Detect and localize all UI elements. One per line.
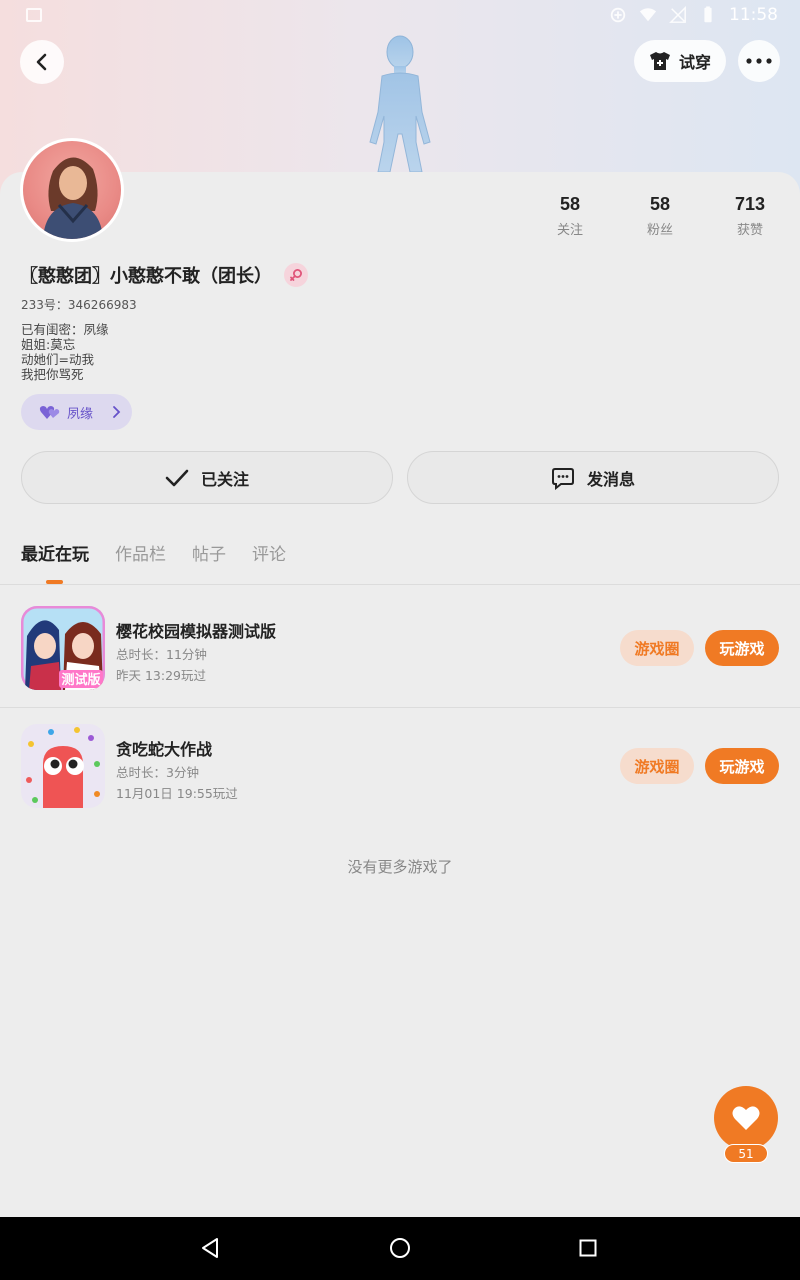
game-circle-button[interactable]: 游戏圈 bbox=[620, 748, 694, 784]
game-title: 樱花校园模拟器测试版 bbox=[116, 622, 277, 641]
bio-line: 姐姐:莫忘 bbox=[21, 337, 76, 352]
profile-stats: 58 关注 58 粉丝 713 获赞 bbox=[525, 194, 795, 238]
game-circle-button[interactable]: 游戏圈 bbox=[620, 630, 694, 666]
wifi-icon bbox=[639, 8, 657, 22]
bestie-name: 夙缘 bbox=[67, 406, 94, 422]
tab-recently-played[interactable]: 最近在玩 bbox=[21, 540, 89, 565]
double-heart-icon bbox=[39, 406, 60, 419]
stat-value: 58 bbox=[649, 194, 671, 214]
heart-icon bbox=[732, 1106, 760, 1130]
nav-recents-icon[interactable] bbox=[579, 1239, 597, 1257]
game-duration: 总时长：3分钟 bbox=[116, 765, 199, 780]
game-last-played: 11月01日 19:55玩过 bbox=[116, 786, 238, 801]
user-id: 233号：346266983 bbox=[21, 298, 137, 312]
female-gender-icon bbox=[284, 263, 308, 287]
character-outfit-figure bbox=[369, 35, 431, 172]
followed-label: 已关注 bbox=[200, 469, 249, 489]
system-navigation-bar bbox=[0, 1217, 800, 1280]
try-on-label: 试穿 bbox=[678, 53, 711, 72]
play-game-button[interactable]: 玩游戏 bbox=[705, 630, 779, 666]
stat-value: 713 bbox=[734, 194, 766, 214]
status-bar: 11:58 bbox=[0, 0, 800, 32]
game-list-item[interactable]: 测试版 樱花校园模拟器测试版 总时长：11分钟 昨天 13:29玩过 游戏圈 玩… bbox=[0, 590, 800, 707]
game-title: 贪吃蛇大作战 bbox=[116, 740, 213, 759]
like-count-badge: 51 bbox=[724, 1144, 768, 1163]
followed-button[interactable]: 已关注 bbox=[21, 451, 393, 504]
like-floating-button[interactable] bbox=[714, 1086, 778, 1150]
more-dots-icon bbox=[746, 58, 772, 64]
stat-followers[interactable]: 58 粉丝 bbox=[615, 194, 705, 238]
nav-back-icon[interactable] bbox=[200, 1237, 220, 1259]
stat-following[interactable]: 58 关注 bbox=[525, 194, 615, 238]
bio-line: 已有闺密：夙缘 bbox=[21, 322, 109, 337]
play-game-button[interactable]: 玩游戏 bbox=[705, 748, 779, 784]
tab-comments[interactable]: 评论 bbox=[252, 540, 286, 565]
send-message-button[interactable]: 发消息 bbox=[407, 451, 779, 504]
bio-line: 动她们=动我 bbox=[21, 352, 94, 367]
data-saver-icon bbox=[610, 7, 626, 23]
game-last-played: 昨天 13:29玩过 bbox=[116, 668, 206, 683]
profile-tabs: 最近在玩 作品栏 帖子 评论 bbox=[21, 540, 286, 565]
profile-bio: 已有闺密：夙缘 姐姐:莫忘 动她们=动我 我把你骂死 bbox=[21, 322, 109, 382]
avatar[interactable] bbox=[20, 138, 124, 242]
stat-likes[interactable]: 713 获赞 bbox=[705, 194, 795, 238]
profile-nickname-row: 〖憨憨团〗小憨憨不敢（团长） bbox=[20, 262, 308, 288]
gallery-notification-icon bbox=[26, 8, 42, 22]
chevron-left-icon bbox=[36, 53, 47, 71]
more-options-button[interactable] bbox=[738, 40, 780, 82]
tab-works[interactable]: 作品栏 bbox=[115, 540, 166, 565]
game-icon-text: 测试版 bbox=[61, 672, 100, 688]
stat-value: 58 bbox=[559, 194, 581, 214]
tshirt-plus-icon bbox=[649, 52, 670, 70]
tab-posts[interactable]: 帖子 bbox=[192, 540, 226, 565]
chat-bubble-icon bbox=[551, 467, 574, 490]
no-signal-icon bbox=[669, 6, 686, 23]
back-button[interactable] bbox=[20, 40, 64, 84]
stat-label: 粉丝 bbox=[646, 223, 673, 238]
game-duration: 总时长：11分钟 bbox=[116, 647, 207, 662]
send-message-label: 发消息 bbox=[586, 469, 635, 489]
battery-icon bbox=[704, 6, 712, 23]
try-on-button[interactable]: 试穿 bbox=[634, 40, 726, 82]
game-list-item[interactable]: 贪吃蛇大作战 总时长：3分钟 11月01日 19:55玩过 游戏圈 玩游戏 bbox=[0, 707, 800, 824]
divider bbox=[0, 584, 800, 585]
clock: 11:58 bbox=[729, 5, 778, 25]
stat-label: 获赞 bbox=[736, 223, 763, 238]
nickname: 〖憨憨团〗小憨憨不敢（团长） bbox=[20, 266, 272, 287]
bio-line: 我把你骂死 bbox=[21, 367, 84, 382]
avatar-portrait-icon bbox=[43, 157, 103, 239]
nav-home-icon[interactable] bbox=[389, 1237, 411, 1259]
chevron-right-icon bbox=[113, 406, 121, 418]
game-icon-sakura-school[interactable]: 测试版 bbox=[21, 606, 105, 690]
stat-label: 关注 bbox=[556, 223, 583, 238]
no-more-games-text: 没有更多游戏了 bbox=[347, 858, 453, 876]
bestie-tag[interactable]: 夙缘 bbox=[21, 394, 132, 430]
game-icon-snake[interactable] bbox=[21, 724, 105, 808]
checkmark-icon bbox=[165, 469, 189, 486]
